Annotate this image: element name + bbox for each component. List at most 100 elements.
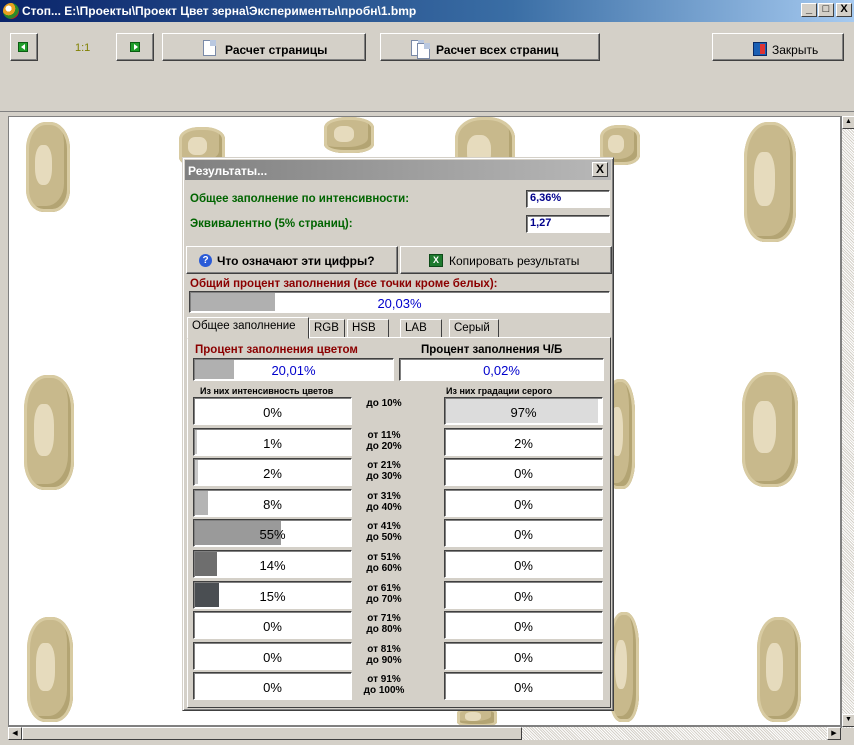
window-close-button[interactable]: X bbox=[836, 3, 852, 17]
fill-intensity-value: 6,36% bbox=[526, 190, 610, 208]
vertical-scrollbar[interactable]: ▲ ▼ bbox=[841, 116, 854, 728]
window-title: Стоп... E:\Проекты\Проект Цвет зерна\Экс… bbox=[22, 4, 417, 18]
prev-page-button[interactable] bbox=[10, 33, 38, 61]
calc-all-button[interactable]: Расчет всех страниц bbox=[380, 33, 600, 61]
range-from: от 41% bbox=[367, 521, 401, 532]
app-icon bbox=[3, 3, 19, 19]
scroll-down-icon[interactable]: ▼ bbox=[842, 714, 854, 727]
tab-lab[interactable]: LAB bbox=[400, 319, 442, 338]
range-label: до 10% bbox=[354, 398, 414, 409]
gray-header: Из них градации серого bbox=[446, 386, 553, 396]
range-to: до 100% bbox=[363, 685, 405, 696]
arrow-right-icon bbox=[130, 42, 140, 52]
general-tab-panel: Процент заполнения цветом Процент заполн… bbox=[187, 337, 611, 708]
intensity-value: 0% bbox=[263, 405, 282, 420]
range-label: от 51% до 60% bbox=[354, 552, 414, 574]
close-app-button[interactable]: Закрыть bbox=[712, 33, 844, 61]
range-label: от 31% до 40% bbox=[354, 491, 414, 513]
gray-cell: 0% bbox=[444, 519, 603, 547]
range-label: от 81% до 90% bbox=[354, 644, 414, 666]
color-fill-title: Процент заполнения цветом bbox=[195, 344, 358, 356]
intensity-value: 1% bbox=[263, 436, 282, 451]
dialog-close-button[interactable]: X bbox=[592, 162, 608, 177]
maximize-button[interactable]: □ bbox=[818, 3, 834, 17]
zoom-scale: 1:1 bbox=[75, 42, 91, 54]
gray-cell: 0% bbox=[444, 458, 603, 486]
total-fill-title: Общий процент заполнения (все точки кром… bbox=[190, 278, 498, 290]
window-title-bar[interactable]: Стоп... E:\Проекты\Проект Цвет зерна\Экс… bbox=[0, 0, 854, 22]
gray-cell: 0% bbox=[444, 489, 603, 517]
calc-page-button[interactable]: Расчет страницы bbox=[162, 33, 366, 61]
equivalent-value: 1,27 bbox=[526, 215, 610, 233]
range-from: от 51% bbox=[367, 552, 401, 563]
range-label: от 91% до 100% bbox=[354, 674, 414, 696]
gray-value: 0% bbox=[514, 558, 533, 573]
color-fill-meter: 20,01% bbox=[193, 358, 394, 381]
horizontal-scrollbar[interactable]: ◀ ▶ bbox=[8, 726, 841, 740]
intensity-cell: 2% bbox=[193, 458, 352, 486]
help-button-label: Что означают эти цифры? bbox=[217, 254, 375, 268]
help-button[interactable]: ? Что означают эти цифры? bbox=[186, 246, 398, 274]
range-to: до 50% bbox=[366, 532, 402, 543]
minimize-button[interactable]: _ bbox=[801, 3, 817, 17]
color-fill-value: 20,01% bbox=[271, 363, 316, 378]
dialog-title-bar[interactable]: Результаты... X bbox=[185, 160, 611, 180]
arrow-left-icon bbox=[18, 42, 28, 52]
range-from: до 10% bbox=[366, 398, 402, 409]
range-to: до 70% bbox=[366, 594, 402, 605]
fill-intensity-label: Общее заполнение по интенсивности: bbox=[190, 193, 410, 205]
intensity-cell: 8% bbox=[193, 489, 352, 517]
intensity-value: 55% bbox=[259, 527, 286, 542]
dialog-title: Результаты... bbox=[188, 164, 268, 178]
range-from: от 61% bbox=[367, 583, 401, 594]
tab-general[interactable]: Общее заполнение bbox=[187, 317, 309, 339]
intensity-cell: 55% bbox=[193, 519, 352, 547]
range-from: от 71% bbox=[367, 613, 401, 624]
bw-fill-title: Процент заполнения Ч/Б bbox=[421, 344, 563, 356]
calc-page-label: Расчет страницы bbox=[225, 43, 328, 57]
intensity-header: Из них интенсивность цветов bbox=[200, 386, 334, 396]
toolbar: 1:1 Расчет страницы Расчет всех страниц … bbox=[0, 22, 854, 112]
range-from: от 81% bbox=[367, 644, 401, 655]
intensity-cell: 14% bbox=[193, 550, 352, 578]
pages-icon-back bbox=[417, 43, 430, 59]
intensity-value: 2% bbox=[263, 466, 282, 481]
gray-value: 0% bbox=[514, 619, 533, 634]
range-label: от 41% до 50% bbox=[354, 521, 414, 543]
range-label: от 61% до 70% bbox=[354, 583, 414, 605]
gray-value: 0% bbox=[514, 527, 533, 542]
intensity-value: 0% bbox=[263, 680, 282, 695]
scroll-right-icon[interactable]: ▶ bbox=[827, 727, 841, 740]
copy-results-label: Копировать результаты bbox=[449, 254, 580, 268]
range-from: от 91% bbox=[367, 674, 401, 685]
tab-hsb[interactable]: HSB bbox=[347, 319, 389, 338]
range-from: от 31% bbox=[367, 491, 401, 502]
gray-cell: 0% bbox=[444, 581, 603, 609]
scroll-left-icon[interactable]: ◀ bbox=[8, 727, 22, 740]
calc-all-label: Расчет всех страниц bbox=[436, 43, 559, 57]
copy-results-button[interactable]: X Копировать результаты bbox=[400, 246, 612, 274]
range-from: от 21% bbox=[367, 460, 401, 471]
exit-icon bbox=[753, 42, 767, 56]
gray-value: 2% bbox=[514, 436, 533, 451]
scroll-up-icon[interactable]: ▲ bbox=[842, 116, 854, 129]
gray-value: 0% bbox=[514, 497, 533, 512]
intensity-cell: 0% bbox=[193, 397, 352, 425]
equivalent-label: Эквивалентно (5% страниц): bbox=[190, 218, 353, 230]
intensity-cell: 0% bbox=[193, 611, 352, 639]
gray-value: 0% bbox=[514, 466, 533, 481]
help-icon: ? bbox=[199, 254, 212, 267]
range-to: до 30% bbox=[366, 471, 402, 482]
next-page-button[interactable] bbox=[116, 33, 154, 61]
tab-gray[interactable]: Серый bbox=[449, 319, 499, 338]
range-to: до 90% bbox=[366, 655, 402, 666]
results-dialog: Результаты... X Общее заполнение по инте… bbox=[182, 157, 614, 711]
scroll-thumb[interactable] bbox=[22, 727, 522, 740]
gray-value: 0% bbox=[514, 680, 533, 695]
gray-cell: 0% bbox=[444, 672, 603, 700]
gray-cell: 2% bbox=[444, 428, 603, 456]
range-label: от 21% до 30% bbox=[354, 460, 414, 482]
tab-rgb[interactable]: RGB bbox=[309, 319, 345, 338]
range-to: до 80% bbox=[366, 624, 402, 635]
intensity-cell: 15% bbox=[193, 581, 352, 609]
